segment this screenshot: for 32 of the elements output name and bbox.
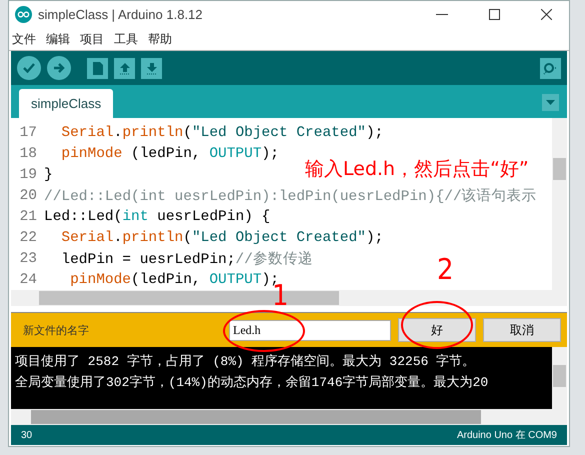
code-line: Led::Led(int uesrLedPin) { [44,208,270,224]
filename-label: 新文件的名字 [23,322,90,338]
line-number: 24 [18,272,37,288]
console-line: 全局变量使用了302字节，(14%)的动态内存，余留1746字节局部变量。最大为20 [15,374,490,392]
line-number: 20 [18,188,37,204]
code-line: //Led::Led(int uesrLedPin):ledPin(uesrLedPin){//该语句表示 [44,187,537,205]
file-tab[interactable]: simpleClass [19,89,114,118]
menu-item[interactable]: 帮助 [148,30,172,48]
line-number: 17 [18,124,37,140]
menu-item[interactable]: 文件 [12,30,36,48]
ok-button[interactable]: 好 [398,318,476,342]
annotation-note: 输入Led.h，然后点击“好” [305,157,529,182]
line-number: 22 [18,230,37,246]
cancel-button[interactable]: 取消 [483,318,561,342]
board-port-label: Arduino Uno 在 COM9 [456,429,557,442]
line-number: 23 [18,250,37,266]
menu-item[interactable]: 编辑 [46,30,70,48]
step-number: 2 [437,254,454,286]
code-line: ledPin = uesrLedPin;//参数传递 [61,250,313,268]
filename-field[interactable]: Led.h [229,320,391,340]
line-number: 18 [18,146,37,162]
line-number: 19 [18,166,37,182]
code-line: Serial.println("Led Object Created"); [61,124,384,140]
line-number: 21 [18,208,37,224]
menu-item[interactable]: 工具 [114,30,138,48]
code-line: pinMode (ledPin, OUTPUT); [61,146,279,162]
line-indicator: 30 [21,430,32,440]
menu-item[interactable]: 项目 [80,30,104,48]
code-line: Serial.println("Led Object Created"); [61,230,384,246]
code-line: } [44,166,53,182]
window-title: simpleClass | Arduino 1.8.12 [38,7,204,22]
console-line: 项目使用了 2582 字节，占用了 (8%) 程序存储空间。最大为 32256 字节。 [15,353,476,371]
